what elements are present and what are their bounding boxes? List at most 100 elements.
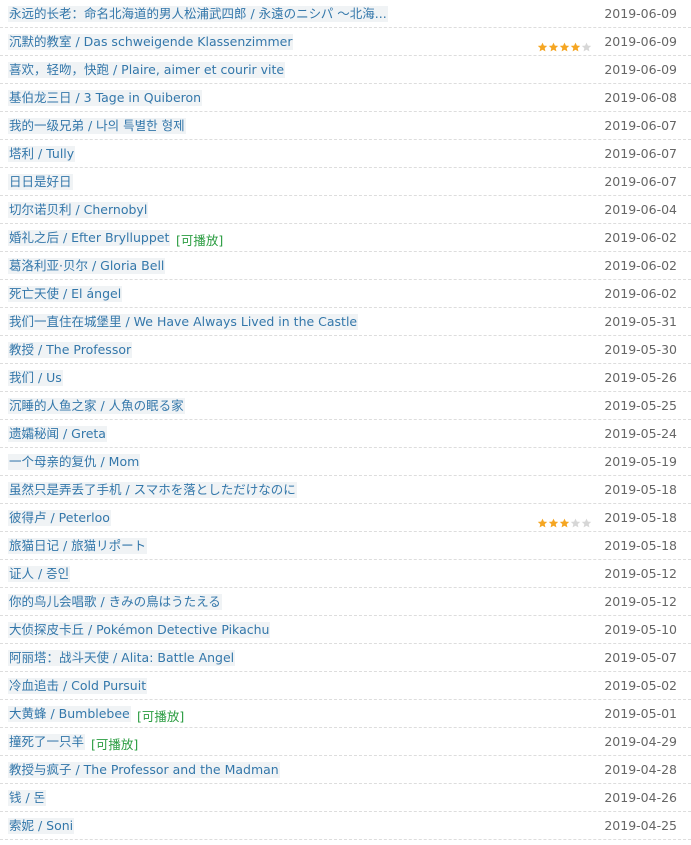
star-empty-icon [581, 42, 592, 52]
movie-title-text: 旅猫日记 / 旅猫リポート [9, 538, 147, 553]
movie-title-text: 大侦探皮卡丘 / Pokémon Detective Pikachu [9, 622, 270, 637]
movie-title-link[interactable]: 日日是好日 [8, 174, 73, 190]
movie-title-link[interactable]: 死亡天使 / El ángel [8, 286, 123, 302]
watch-date: 2019-06-07 [604, 146, 677, 161]
movie-title-link[interactable]: 你的鸟儿会唱歌 / きみの鳥はうたえる [8, 594, 222, 610]
list-item: 阿丽塔：战斗天使 / Alita: Battle Angel 2019-05-07 [0, 644, 691, 672]
movie-title-link[interactable]: 一个母亲的复仇 / Mom [8, 454, 141, 470]
list-item: 教授 / The Professor 2019-05-30 [0, 336, 691, 364]
list-item: 葛洛利亚·贝尔 / Gloria Bell 2019-06-02 [0, 252, 691, 280]
star-filled-icon [548, 42, 559, 52]
movie-title-text: 撞死了一只羊 [9, 734, 85, 749]
list-item: 大侦探皮卡丘 / Pokémon Detective Pikachu 2019-0… [0, 616, 691, 644]
playable-badge: [可播放] [137, 709, 185, 724]
movie-title-link[interactable]: 大黄蜂 / Bumblebee [8, 706, 131, 722]
list-item: 婚礼之后 / Efter Brylluppet [可播放] 2019-06-02 [0, 224, 691, 252]
watch-date: 2019-06-09 [604, 62, 677, 77]
star-filled-icon [559, 42, 570, 52]
watch-date: 2019-05-18 [604, 510, 677, 525]
movie-title-text: 切尔诺贝利 / Chernobyl [9, 202, 148, 217]
star-empty-icon [581, 518, 592, 528]
watch-date: 2019-05-01 [604, 706, 677, 721]
list-item: 撞死了一只羊 [可播放] 2019-04-29 [0, 728, 691, 756]
list-item: 旅猫日记 / 旅猫リポート 2019-05-18 [0, 532, 691, 560]
watch-date: 2019-05-07 [604, 650, 677, 665]
movie-title-text: 我的一级兄弟 / 나의 특별한 형제 [9, 118, 185, 133]
watch-date: 2019-06-02 [604, 286, 677, 301]
movie-title-text: 虽然只是弄丢了手机 / スマホを落としただけなのに [9, 482, 296, 497]
watch-date: 2019-05-31 [604, 314, 677, 329]
movie-title-link[interactable]: 切尔诺贝利 / Chernobyl [8, 202, 149, 218]
watch-date: 2019-06-07 [604, 174, 677, 189]
movie-title-link[interactable]: 永远的长老：命名北海道的男人松浦武四郎 / 永遠のニシパ ～北海... [8, 6, 388, 22]
watch-date: 2019-06-09 [604, 6, 677, 21]
list-item: 钱 / 돈 2019-04-26 [0, 784, 691, 812]
list-item: 切尔诺贝利 / Chernobyl 2019-06-04 [0, 196, 691, 224]
watch-date: 2019-04-25 [604, 818, 677, 833]
movie-title-text: 证人 / 증인 [9, 566, 70, 581]
movie-title-link[interactable]: 婚礼之后 / Efter Brylluppet [8, 230, 171, 246]
movie-title-link[interactable]: 塔利 / Tully [8, 146, 76, 162]
movie-title-link[interactable]: 沉睡的人鱼之家 / 人魚の眠る家 [8, 398, 185, 414]
movie-title-text: 索妮 / Soni [9, 818, 74, 833]
movie-title-text: 塔利 / Tully [9, 146, 75, 161]
list-item: 我的一级兄弟 / 나의 특별한 형제 2019-06-07 [0, 112, 691, 140]
movie-title-link[interactable]: 索妮 / Soni [8, 818, 75, 834]
movie-title-text: 喜欢，轻吻，快跑 / Plaire, aimer et courir vite [9, 62, 285, 77]
movie-title-link[interactable]: 钱 / 돈 [8, 790, 47, 806]
list-item: 死亡天使 / El ángel 2019-06-02 [0, 280, 691, 308]
movie-title-link[interactable]: 大侦探皮卡丘 / Pokémon Detective Pikachu [8, 622, 271, 638]
list-item: 基伯龙三日 / 3 Tage in Quiberon 2019-06-08 [0, 84, 691, 112]
watch-date: 2019-05-18 [604, 538, 677, 553]
list-item: 遗孀秘闻 / Greta 2019-05-24 [0, 420, 691, 448]
movie-title-text: 一个母亲的复仇 / Mom [9, 454, 140, 469]
rating-stars [537, 37, 592, 52]
movie-title-link[interactable]: 撞死了一只羊 [8, 734, 86, 750]
list-item: 日日是好日 2019-06-07 [0, 168, 691, 196]
movie-title-link[interactable]: 遗孀秘闻 / Greta [8, 426, 107, 442]
movie-title-link[interactable]: 虽然只是弄丢了手机 / スマホを落としただけなのに [8, 482, 297, 498]
movie-title-text: 沉默的教室 / Das schweigende Klassenzimmer [9, 34, 293, 49]
movie-title-link[interactable]: 喜欢，轻吻，快跑 / Plaire, aimer et courir vite [8, 62, 286, 78]
list-item: 喜欢，轻吻，快跑 / Plaire, aimer et courir vite 2… [0, 56, 691, 84]
watch-date: 2019-04-26 [604, 790, 677, 805]
movie-title-link[interactable]: 我们一直住在城堡里 / We Have Always Lived in the … [8, 314, 359, 330]
movie-title-link[interactable]: 冷血追击 / Cold Pursuit [8, 678, 148, 694]
movie-title-text: 你的鸟儿会唱歌 / きみの鳥はうたえる [9, 594, 221, 609]
watch-date: 2019-06-02 [604, 230, 677, 245]
list-item: 塔利 / Tully 2019-06-07 [0, 140, 691, 168]
star-filled-icon [559, 518, 570, 528]
watch-date: 2019-05-30 [604, 342, 677, 357]
movie-title-link[interactable]: 我的一级兄弟 / 나의 특별한 형제 [8, 118, 186, 134]
watch-date: 2019-05-12 [604, 594, 677, 609]
movie-title-link[interactable]: 沉默的教室 / Das schweigende Klassenzimmer [8, 34, 294, 50]
movie-title-text: 永远的长老：命名北海道的男人松浦武四郎 / 永遠のニシパ ～北海... [9, 6, 387, 21]
star-filled-icon [537, 518, 548, 528]
movie-title-text: 阿丽塔：战斗天使 / Alita: Battle Angel [9, 650, 235, 665]
movie-title-link[interactable]: 阿丽塔：战斗天使 / Alita: Battle Angel [8, 650, 236, 666]
movie-title-link[interactable]: 教授 / The Professor [8, 342, 133, 358]
movie-title-link[interactable]: 旅猫日记 / 旅猫リポート [8, 538, 148, 554]
movie-title-text: 彼得卢 / Peterloo [9, 510, 110, 525]
movie-title-link[interactable]: 教授与疯子 / The Professor and the Madman [8, 762, 280, 778]
watch-date: 2019-05-10 [604, 622, 677, 637]
movie-title-link[interactable]: 证人 / 증인 [8, 566, 71, 582]
watch-date: 2019-05-26 [604, 370, 677, 385]
movie-title-text: 钱 / 돈 [9, 790, 46, 805]
movie-title-link[interactable]: 我们 / Us [8, 370, 63, 386]
star-empty-icon [570, 518, 581, 528]
movie-title-text: 大黄蜂 / Bumblebee [9, 706, 130, 721]
movie-title-text: 冷血追击 / Cold Pursuit [9, 678, 147, 693]
movie-title-link[interactable]: 彼得卢 / Peterloo [8, 510, 111, 526]
movie-title-text: 日日是好日 [9, 174, 72, 189]
star-filled-icon [537, 42, 548, 52]
movie-title-link[interactable]: 基伯龙三日 / 3 Tage in Quiberon [8, 90, 203, 106]
movie-list: 永远的长老：命名北海道的男人松浦武四郎 / 永遠のニシパ ～北海... 2019-… [0, 0, 691, 840]
watch-date: 2019-05-02 [604, 678, 677, 693]
list-item: 我们一直住在城堡里 / We Have Always Lived in the … [0, 308, 691, 336]
movie-title-text: 葛洛利亚·贝尔 / Gloria Bell [9, 258, 165, 273]
list-item: 沉睡的人鱼之家 / 人魚の眠る家 2019-05-25 [0, 392, 691, 420]
list-item: 冷血追击 / Cold Pursuit 2019-05-02 [0, 672, 691, 700]
movie-title-link[interactable]: 葛洛利亚·贝尔 / Gloria Bell [8, 258, 166, 274]
movie-title-text: 基伯龙三日 / 3 Tage in Quiberon [9, 90, 202, 105]
